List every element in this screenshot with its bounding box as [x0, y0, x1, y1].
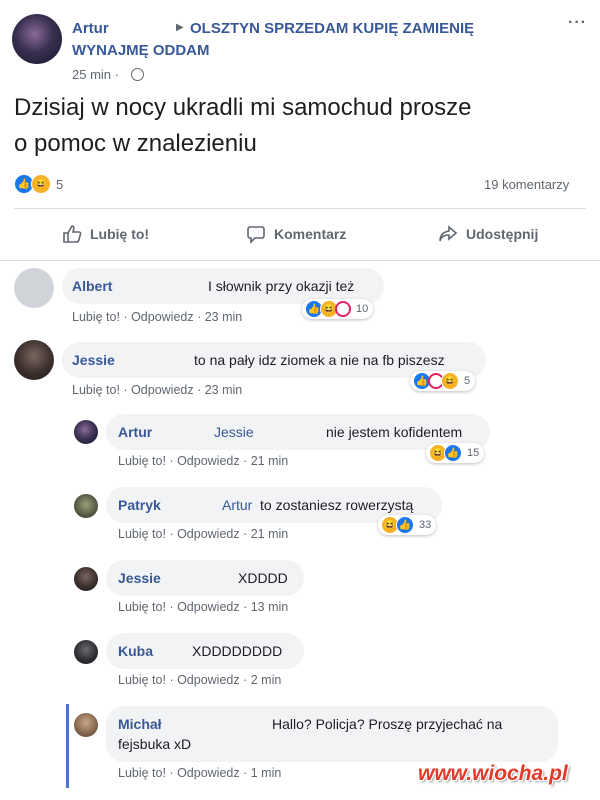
divider: [0, 260, 600, 261]
haha-reaction-icon: 😆: [31, 174, 51, 194]
reply-text: XDDDDDDDD: [192, 643, 283, 659]
comment-author[interactable]: Albert: [72, 278, 112, 294]
comment-text: to na pały idz ziomek a nie na fb piszes…: [194, 352, 445, 368]
reply-actions: Lubię to! · Odpowiedz · 1 min: [118, 766, 282, 780]
reply-avatar[interactable]: [74, 713, 98, 737]
post-text-line2: o pomoc w znalezieniu: [14, 130, 257, 157]
reply-reply-link[interactable]: Odpowiedz: [177, 673, 240, 687]
comment-time[interactable]: 23 min: [205, 383, 243, 397]
reply-avatar[interactable]: [74, 640, 98, 664]
reaction-count: 10: [356, 303, 369, 315]
globe-icon: [131, 68, 144, 81]
comment-reactions[interactable]: 👍 😆 10: [302, 299, 374, 319]
haha-reaction-icon: 😆: [441, 372, 459, 390]
reply-text-line1: Hallo? Policja? Proszę przyjechać na: [272, 716, 503, 732]
reply-avatar[interactable]: [74, 494, 98, 518]
comment-like-link[interactable]: Lubię to!: [72, 383, 120, 397]
reply-like-link[interactable]: Lubię to!: [118, 527, 166, 541]
reply-text-line2: fejsbuka xD: [118, 736, 192, 752]
like-reaction-icon: 👍: [396, 516, 414, 534]
comment-actions: Lubię to! · Odpowiedz · 23 min: [72, 383, 243, 397]
post-reaction-count: 5: [56, 176, 64, 192]
reply-actions: Lubię to! · Odpowiedz · 21 min: [118, 527, 289, 541]
reply-like-link[interactable]: Lubię to!: [118, 766, 166, 780]
reply-actions: Lubię to! · Odpowiedz · 21 min: [118, 454, 289, 468]
share-button-label: Udostępnij: [466, 226, 539, 242]
post-reactions[interactable]: 👍 😆 5: [14, 174, 63, 194]
reply-time[interactable]: 13 min: [251, 600, 289, 614]
reply-reply-link[interactable]: Odpowiedz: [177, 766, 240, 780]
comment-button-label: Komentarz: [274, 226, 347, 242]
comment-actions: Lubię to! · Odpowiedz · 23 min: [72, 310, 243, 324]
like-reaction-icon: 👍: [444, 444, 462, 462]
reply-actions: Lubię to! · Odpowiedz · 2 min: [118, 673, 282, 687]
reply-text: nie jestem kofidentem: [326, 424, 463, 440]
reply-reactions[interactable]: 😆 👍 33: [378, 515, 437, 535]
reply-author[interactable]: Kuba: [118, 643, 153, 659]
reply-author[interactable]: Michał: [118, 716, 162, 732]
reply-time[interactable]: 2 min: [251, 673, 282, 687]
comment-icon: [247, 226, 265, 244]
reply-mention[interactable]: Jessie: [214, 424, 254, 440]
reaction-count: 15: [467, 447, 480, 459]
reply-avatar[interactable]: [74, 567, 98, 591]
group-name[interactable]: OLSZTYN SPRZEDAM KUPIĘ ZAMIENIĘ: [190, 20, 474, 37]
watermark: www.wiocha.pl: [418, 762, 568, 785]
reply-text: to zostaniesz rowerzystą: [260, 497, 414, 513]
comment-like-link[interactable]: Lubię to!: [72, 310, 120, 324]
reply-author[interactable]: Artur: [118, 424, 152, 440]
post-time[interactable]: 25 min ·: [72, 67, 119, 82]
reply-bubble: [106, 706, 558, 762]
author-avatar[interactable]: [12, 14, 62, 64]
comment-avatar[interactable]: [14, 340, 54, 380]
reaction-count: 5: [464, 375, 471, 387]
reply-reply-link[interactable]: Odpowiedz: [177, 600, 240, 614]
more-options-button[interactable]: ···: [568, 14, 587, 32]
comment-text: I słownik przy okazji też: [208, 278, 355, 294]
post-author-name[interactable]: Artur: [72, 20, 109, 37]
like-button[interactable]: Lubię to!: [62, 224, 149, 244]
reply-author[interactable]: Jessie: [118, 570, 161, 586]
reply-time[interactable]: 1 min: [251, 766, 282, 780]
reply-reactions[interactable]: 😆 👍 15: [426, 443, 485, 463]
group-arrow-icon: ▶: [176, 22, 184, 33]
love-reaction-icon: [335, 301, 351, 317]
reply-reply-link[interactable]: Odpowiedz: [177, 527, 240, 541]
reply-author[interactable]: Patryk: [118, 497, 161, 513]
like-button-label: Lubię to!: [90, 226, 150, 242]
reply-reply-link[interactable]: Odpowiedz: [177, 454, 240, 468]
reply-like-link[interactable]: Lubię to!: [118, 454, 166, 468]
thumbs-up-icon: [63, 225, 82, 243]
comment-reply-link[interactable]: Odpowiedz: [131, 310, 194, 324]
reply-time[interactable]: 21 min: [251, 527, 289, 541]
reply-avatar[interactable]: [74, 420, 98, 444]
share-button[interactable]: Udostępnij: [438, 224, 538, 244]
reply-text: XDDDD: [238, 570, 288, 586]
reply-like-link[interactable]: Lubię to!: [118, 673, 166, 687]
reply-time[interactable]: 21 min: [251, 454, 289, 468]
comment-reply-link[interactable]: Odpowiedz: [131, 383, 194, 397]
share-icon: [439, 225, 458, 242]
divider: [14, 208, 586, 209]
reply-like-link[interactable]: Lubię to!: [118, 600, 166, 614]
comment-author[interactable]: Jessie: [72, 352, 115, 368]
group-name-line2[interactable]: WYNAJMĘ ODDAM: [72, 42, 210, 59]
highlight-bar: [66, 704, 69, 788]
comment-button[interactable]: Komentarz: [246, 224, 346, 244]
reaction-count: 33: [419, 519, 432, 531]
post-text-line1: Dzisiaj w nocy ukradli mi samochud prosz…: [14, 94, 472, 121]
reply-mention[interactable]: Artur: [222, 497, 252, 513]
comment-reactions[interactable]: 👍 😆 5: [410, 371, 476, 391]
reply-actions: Lubię to! · Odpowiedz · 13 min: [118, 600, 289, 614]
comment-time[interactable]: 23 min: [205, 310, 243, 324]
comments-count[interactable]: 19 komentarzy: [484, 177, 569, 192]
comment-avatar[interactable]: [14, 268, 54, 308]
